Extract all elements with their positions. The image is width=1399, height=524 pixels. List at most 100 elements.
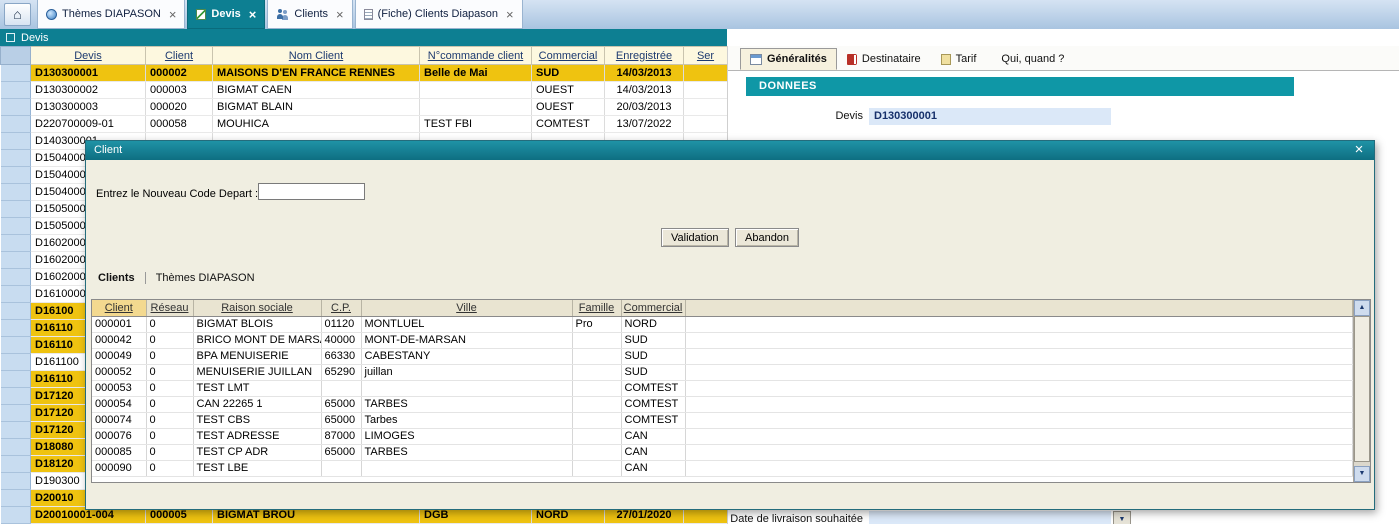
row-gutter-cell[interactable] (1, 218, 31, 235)
header-raison-sociale[interactable]: Raison sociale (193, 300, 321, 316)
header-commande[interactable]: N°commande client (420, 47, 532, 65)
row-gutter-cell[interactable] (1, 252, 31, 269)
scrollbar-thumb[interactable] (1354, 316, 1370, 462)
header-devis[interactable]: Devis (31, 47, 146, 65)
date-dropdown-button[interactable]: ▼ (1113, 511, 1131, 524)
header-commercial[interactable]: Commercial (621, 300, 685, 316)
date-field-label: Date de livraison souhaitée (703, 513, 863, 524)
cell-client-code: 000074 (92, 412, 146, 428)
cell-filler (685, 364, 1353, 380)
row-gutter-cell[interactable] (1, 133, 31, 150)
cell-cp: 66330 (321, 348, 361, 364)
row-gutter-cell[interactable] (1, 320, 31, 337)
detail-tab[interactable]: Qui, quand ? (986, 48, 1074, 70)
header-client[interactable]: Client (146, 47, 213, 65)
header-client-code[interactable]: Client (92, 300, 146, 316)
header-cp[interactable]: C.P. (321, 300, 361, 316)
row-gutter-cell[interactable] (1, 65, 31, 82)
scroll-down-button[interactable]: ▼ (1354, 466, 1370, 482)
scroll-up-button[interactable]: ▲ (1354, 300, 1370, 316)
row-gutter-cell[interactable] (1, 456, 31, 473)
row-gutter-cell[interactable] (1, 286, 31, 303)
row-gutter-cell[interactable] (1, 184, 31, 201)
row-gutter-cell[interactable] (1, 490, 31, 507)
row-gutter-cell[interactable] (1, 167, 31, 184)
cell-client-code: 000054 (92, 396, 146, 412)
row-gutter-cell[interactable] (1, 337, 31, 354)
cell-client-code: 000001 (92, 316, 146, 332)
client-row[interactable]: 000053 0 TEST LMT COMTEST (92, 380, 1353, 396)
cell-cp: 87000 (321, 428, 361, 444)
header-filler (685, 300, 1353, 316)
header-reseau[interactable]: Réseau (146, 300, 193, 316)
row-gutter-cell[interactable] (1, 150, 31, 167)
row-gutter-cell[interactable] (1, 235, 31, 252)
dialog-tab[interactable]: Thèmes DIAPASON (145, 272, 265, 284)
cell-reseau: 0 (146, 316, 193, 332)
row-gutter-cell[interactable] (1, 473, 31, 490)
devis-row[interactable]: D130300001 000002 MAISONS D'EN FRANCE RE… (1, 65, 728, 82)
tab-close-icon[interactable]: × (249, 7, 257, 22)
client-row[interactable]: 000001 0 BIGMAT BLOIS 01120 MONTLUEL Pro… (92, 316, 1353, 332)
detail-tab[interactable]: Destinataire (837, 48, 931, 70)
devis-row[interactable]: D130300003 000020 BIGMAT BLAIN OUEST 20/… (1, 99, 728, 116)
row-gutter-cell[interactable] (1, 507, 31, 524)
dialog-close-icon[interactable]: × (1350, 141, 1368, 160)
cell-nom-client: BIGMAT CAEN (213, 82, 420, 99)
window-tab[interactable]: (Fiche) Clients Diapason × (355, 0, 523, 29)
validation-button[interactable]: Validation (661, 228, 729, 247)
row-gutter-cell[interactable] (1, 303, 31, 320)
devis-row[interactable]: D130300002 000003 BIGMAT CAEN OUEST 14/0… (1, 82, 728, 99)
clients-table-scrollbar[interactable]: ▲ ▼ (1353, 300, 1370, 482)
gutter-header[interactable] (1, 47, 31, 65)
row-gutter-cell[interactable] (1, 269, 31, 286)
row-gutter-cell[interactable] (1, 422, 31, 439)
client-row[interactable]: 000049 0 BPA MENUISERIE 66330 CABESTANY … (92, 348, 1353, 364)
row-gutter-cell[interactable] (1, 201, 31, 218)
header-commercial[interactable]: Commercial (532, 47, 605, 65)
cell-filler (685, 460, 1353, 476)
date-field-value[interactable] (869, 511, 1111, 524)
cell-filler (685, 380, 1353, 396)
cell-commande: TEST FBI (420, 116, 532, 133)
row-gutter-cell[interactable] (1, 439, 31, 456)
tab-close-icon[interactable]: × (169, 7, 177, 22)
window-tab[interactable]: Clients × (267, 0, 352, 29)
header-ser[interactable]: Ser (684, 47, 728, 65)
home-icon: ⌂ (13, 6, 21, 22)
detail-tab[interactable]: Généralités (740, 48, 837, 70)
client-row[interactable]: 000090 0 TEST LBE CAN (92, 460, 1353, 476)
header-enregistree[interactable]: Enregistrée (605, 47, 684, 65)
cell-client: 000002 (146, 65, 213, 82)
tab-close-icon[interactable]: × (506, 7, 514, 22)
row-gutter-cell[interactable] (1, 371, 31, 388)
header-ville[interactable]: Ville (361, 300, 572, 316)
row-gutter-cell[interactable] (1, 354, 31, 371)
header-famille[interactable]: Famille (572, 300, 621, 316)
client-row[interactable]: 000074 0 TEST CBS 65000 Tarbes COMTEST (92, 412, 1353, 428)
row-gutter-cell[interactable] (1, 388, 31, 405)
client-row[interactable]: 000076 0 TEST ADRESSE 87000 LIMOGES CAN (92, 428, 1353, 444)
row-gutter-cell[interactable] (1, 116, 31, 133)
dialog-tab[interactable]: Clients (98, 272, 145, 284)
row-gutter-cell[interactable] (1, 82, 31, 99)
devis-field-label: Devis (728, 110, 863, 122)
header-nom-client[interactable]: Nom Client (213, 47, 420, 65)
abandon-button[interactable]: Abandon (735, 228, 799, 247)
window-tab[interactable]: Thèmes DIAPASON × (37, 0, 185, 29)
client-row[interactable]: 000085 0 TEST CP ADR 65000 TARBES CAN (92, 444, 1353, 460)
client-row[interactable]: 000054 0 CAN 22265 1 65000 TARBES COMTES… (92, 396, 1353, 412)
home-button[interactable]: ⌂ (4, 3, 31, 26)
detail-tab[interactable]: Tarif (931, 48, 987, 70)
client-row[interactable]: 000052 0 MENUISERIE JUILLAN 65290 juilla… (92, 364, 1353, 380)
dialog-tabs: Clients Thèmes DIAPASON (98, 272, 265, 284)
row-gutter-cell[interactable] (1, 99, 31, 116)
new-code-input[interactable] (258, 183, 365, 200)
dialog-title-bar: Client (86, 141, 1374, 160)
client-row[interactable]: 000042 0 BRICO MONT DE MARSA 40000 MONT-… (92, 332, 1353, 348)
window-tab[interactable]: Devis × (187, 0, 265, 29)
devis-row[interactable]: D220700009-01 000058 MOUHICA TEST FBI CO… (1, 116, 728, 133)
tab-close-icon[interactable]: × (336, 7, 344, 22)
cell-commercial: NORD (621, 316, 685, 332)
row-gutter-cell[interactable] (1, 405, 31, 422)
